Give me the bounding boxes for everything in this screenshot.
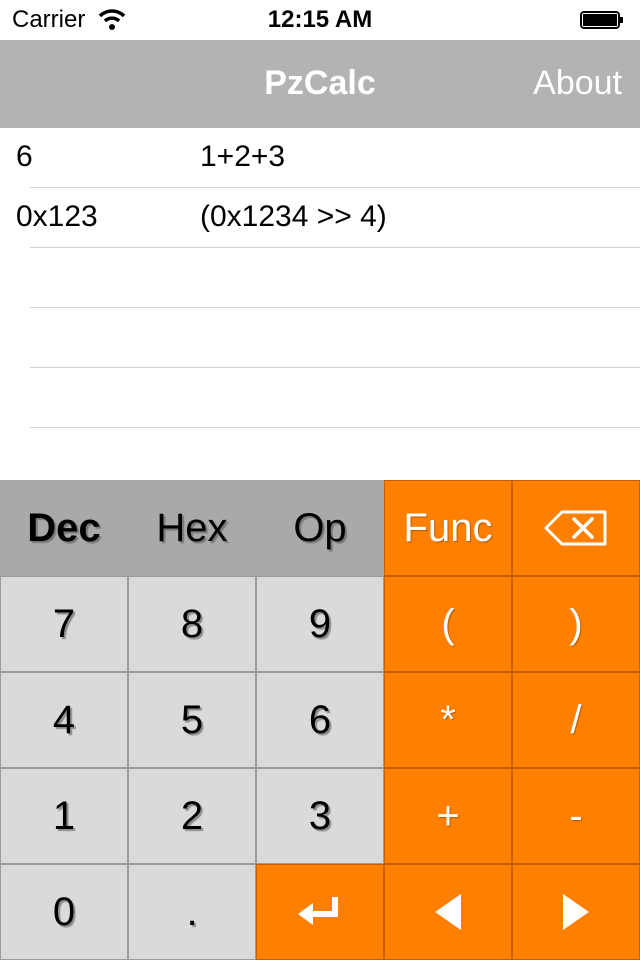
history-expression: 1+2+3	[200, 140, 286, 173]
history-row[interactable]: 0x123 (0x1234 >> 4)	[0, 188, 640, 248]
navigation-bar: PzCalc About	[0, 40, 640, 128]
key-divide[interactable]: /	[512, 672, 640, 768]
history-expression: (0x1234 >> 4)	[200, 200, 387, 233]
history-row[interactable]: 6 1+2+3	[0, 128, 640, 188]
key-7[interactable]: 7	[0, 576, 128, 672]
cursor-left-button[interactable]	[384, 864, 512, 960]
key-1[interactable]: 1	[0, 768, 128, 864]
mode-dec-button[interactable]: Dec	[0, 480, 128, 576]
key-minus[interactable]: -	[512, 768, 640, 864]
enter-button[interactable]	[256, 864, 384, 960]
battery-icon	[580, 11, 623, 29]
arrow-right-icon	[563, 894, 589, 930]
key-2[interactable]: 2	[128, 768, 256, 864]
history-result: 0x123	[16, 200, 98, 233]
key-decimal[interactable]: .	[128, 864, 256, 960]
mode-op-button[interactable]: Op	[256, 480, 384, 576]
row-divider	[30, 427, 640, 428]
enter-icon	[298, 897, 338, 925]
keypad: Dec Hex Op Func 7 8 9 ( ) 4 5 6 * / 1 2 …	[0, 480, 640, 960]
history-row	[0, 248, 640, 308]
about-button[interactable]: About	[533, 64, 622, 103]
key-plus[interactable]: +	[384, 768, 512, 864]
history-result: 6	[16, 140, 33, 173]
history-row	[0, 368, 640, 428]
func-button[interactable]: Func	[384, 480, 512, 576]
key-open-paren[interactable]: (	[384, 576, 512, 672]
status-bar: Carrier 12:15 AM	[0, 0, 640, 40]
history-row	[0, 308, 640, 368]
key-close-paren[interactable]: )	[512, 576, 640, 672]
key-8[interactable]: 8	[128, 576, 256, 672]
key-4[interactable]: 4	[0, 672, 128, 768]
backspace-icon	[544, 510, 607, 546]
history-list: 6 1+2+3 0x123 (0x1234 >> 4)	[0, 128, 640, 480]
key-6[interactable]: 6	[256, 672, 384, 768]
mode-hex-button[interactable]: Hex	[128, 480, 256, 576]
key-5[interactable]: 5	[128, 672, 256, 768]
key-0[interactable]: 0	[0, 864, 128, 960]
key-9[interactable]: 9	[256, 576, 384, 672]
key-multiply[interactable]: *	[384, 672, 512, 768]
cursor-right-button[interactable]	[512, 864, 640, 960]
arrow-left-icon	[435, 894, 461, 930]
backspace-button[interactable]	[512, 480, 640, 576]
key-3[interactable]: 3	[256, 768, 384, 864]
status-time: 12:15 AM	[267, 6, 373, 33]
